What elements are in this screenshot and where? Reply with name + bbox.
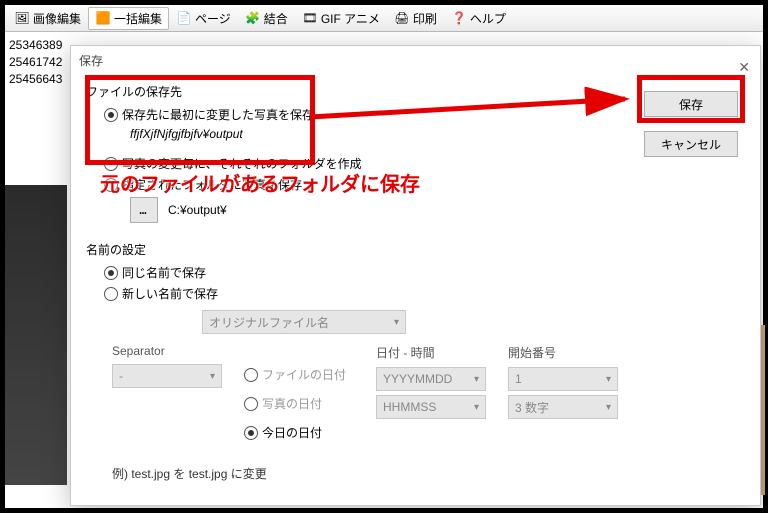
toolbar-item-一括編集[interactable]: 🟧一括編集 (88, 7, 169, 30)
start-number-value: 1 (515, 372, 522, 386)
file-list: 253463892546174225456643 (5, 37, 71, 88)
dest-opt-per-change[interactable]: 写真の変更毎に、それぞれのフォルダを作成 (104, 155, 745, 172)
date-src-today-label: 今日の日付 (262, 424, 322, 441)
cancel-button-label: キャンセル (661, 136, 721, 153)
toolbar-icon: ❓ (451, 10, 467, 26)
filename-select-value: オリジナルファイル名 (209, 314, 329, 331)
radio-icon (244, 368, 258, 382)
time-format-value: HHMMSS (383, 400, 436, 414)
toolbar-item-GIF アニメ[interactable]: 🎞GIF アニメ (295, 7, 387, 30)
name-opt-same-label: 同じ名前で保存 (122, 264, 206, 281)
radio-icon (244, 397, 258, 411)
toolbar-icon: 📄 (176, 10, 192, 26)
date-format-value: YYYYMMDD (383, 372, 452, 386)
toolbar-item-ヘルプ[interactable]: ❓ヘルプ (444, 7, 513, 30)
toolbar-item-label: 一括編集 (114, 10, 162, 27)
radio-icon (104, 108, 118, 122)
ellipsis-icon: … (139, 203, 148, 217)
save-button-label: 保存 (679, 96, 703, 113)
chevron-down-icon: ▾ (606, 374, 611, 385)
radio-icon (104, 287, 118, 301)
dialog-actions: 保存 キャンセル (644, 91, 738, 157)
radio-icon (244, 426, 258, 440)
name-legend: 名前の設定 (86, 241, 745, 258)
date-fmt-label: 日付 - 時間 (376, 344, 486, 361)
radio-icon (104, 178, 118, 192)
separator-value: - (119, 369, 123, 383)
toolbar-item-画像編集[interactable]: 🖼画像編集 (7, 7, 88, 30)
radio-icon (104, 266, 118, 280)
separator-col: Separator - ▾ (112, 344, 222, 388)
dialog-title-bar: 保存 ✕ (71, 46, 760, 76)
toolbar-item-label: GIF アニメ (321, 10, 380, 27)
chevron-down-icon: ▾ (606, 402, 611, 413)
time-format-select[interactable]: HHMMSS ▾ (376, 395, 486, 419)
toolbar-icon: 🖼 (14, 10, 30, 26)
date-fmt-col: 日付 - 時間 YYYYMMDD ▾ HHMMSS ▾ (376, 344, 486, 419)
digits-select[interactable]: 3 数字 ▾ (508, 395, 618, 419)
cancel-button[interactable]: キャンセル (644, 131, 738, 157)
toolbar-item-label: ヘルプ (470, 10, 506, 27)
date-src-today[interactable]: 今日の日付 (244, 424, 354, 441)
toolbar-item-label: ページ (195, 10, 231, 27)
toolbar-item-ページ[interactable]: 📄ページ (169, 7, 238, 30)
list-item[interactable]: 25461742 (9, 54, 71, 71)
separator-select[interactable]: - ▾ (112, 364, 222, 388)
dest-opt-specified[interactable]: 指定されたフォルダに写真を保存 (104, 176, 745, 193)
chevron-down-icon: ▾ (394, 317, 399, 328)
save-button[interactable]: 保存 (644, 91, 738, 117)
toolbar: 🖼画像編集🟧一括編集📄ページ🧩結合🎞GIF アニメ🖨印刷❓ヘルプ (5, 5, 763, 32)
toolbar-icon: 🟧 (95, 10, 111, 26)
toolbar-icon: 🎞 (302, 10, 318, 26)
chevron-down-icon: ▾ (474, 374, 479, 385)
name-opt-new-label: 新しい名前で保存 (122, 285, 218, 302)
image-backdrop (5, 185, 67, 485)
name-opt-same[interactable]: 同じ名前で保存 (104, 264, 745, 281)
date-format-select[interactable]: YYYYMMDD ▾ (376, 367, 486, 391)
list-item[interactable]: 25346389 (9, 37, 71, 54)
dest-opt-original-label: 保存先に最初に変更した写真を保存 (122, 106, 314, 123)
browse-folder-button[interactable]: … (130, 197, 158, 223)
date-src-photo-label: 写真の日付 (262, 395, 322, 412)
toolbar-item-label: 印刷 (413, 10, 437, 27)
radio-icon (104, 157, 118, 171)
start-number-col: 開始番号 1 ▾ 3 数字 ▾ (508, 344, 618, 419)
chevron-down-icon: ▾ (474, 402, 479, 413)
dialog-title: 保存 (79, 54, 103, 68)
separator-label: Separator (112, 344, 222, 358)
start-number-label: 開始番号 (508, 344, 618, 361)
dest-opt-per-change-label: 写真の変更毎に、それぞれのフォルダを作成 (122, 155, 362, 172)
toolbar-item-label: 画像編集 (33, 10, 81, 27)
date-src-file[interactable]: ファイルの日付 (244, 366, 354, 383)
date-src-file-label: ファイルの日付 (262, 366, 346, 383)
toolbar-item-label: 結合 (264, 10, 288, 27)
toolbar-item-印刷[interactable]: 🖨印刷 (387, 7, 444, 30)
list-item[interactable]: 25456643 (9, 71, 71, 88)
date-src-col: ファイルの日付 写真の日付 今日の日付 (244, 344, 354, 445)
close-icon[interactable]: ✕ (738, 52, 750, 82)
name-opt-new[interactable]: 新しい名前で保存 (104, 285, 745, 302)
dest-opt-specified-label: 指定されたフォルダに写真を保存 (122, 176, 302, 193)
chevron-down-icon: ▾ (210, 371, 215, 382)
date-src-photo[interactable]: 写真の日付 (244, 395, 354, 412)
toolbar-icon: 🖨 (394, 10, 410, 26)
save-dialog: 保存 ✕ ファイルの保存先 保存先に最初に変更した写真を保存 ffjfXjfNj… (70, 45, 761, 506)
digits-value: 3 数字 (515, 399, 549, 416)
toolbar-item-結合[interactable]: 🧩結合 (238, 7, 295, 30)
toolbar-icon: 🧩 (245, 10, 261, 26)
start-number-select[interactable]: 1 ▾ (508, 367, 618, 391)
rename-example: 例) test.jpg を test.jpg に変更 (112, 465, 745, 482)
filename-select[interactable]: オリジナルファイル名 ▾ (202, 310, 406, 334)
specified-folder-path: C:¥output¥ (168, 203, 227, 217)
